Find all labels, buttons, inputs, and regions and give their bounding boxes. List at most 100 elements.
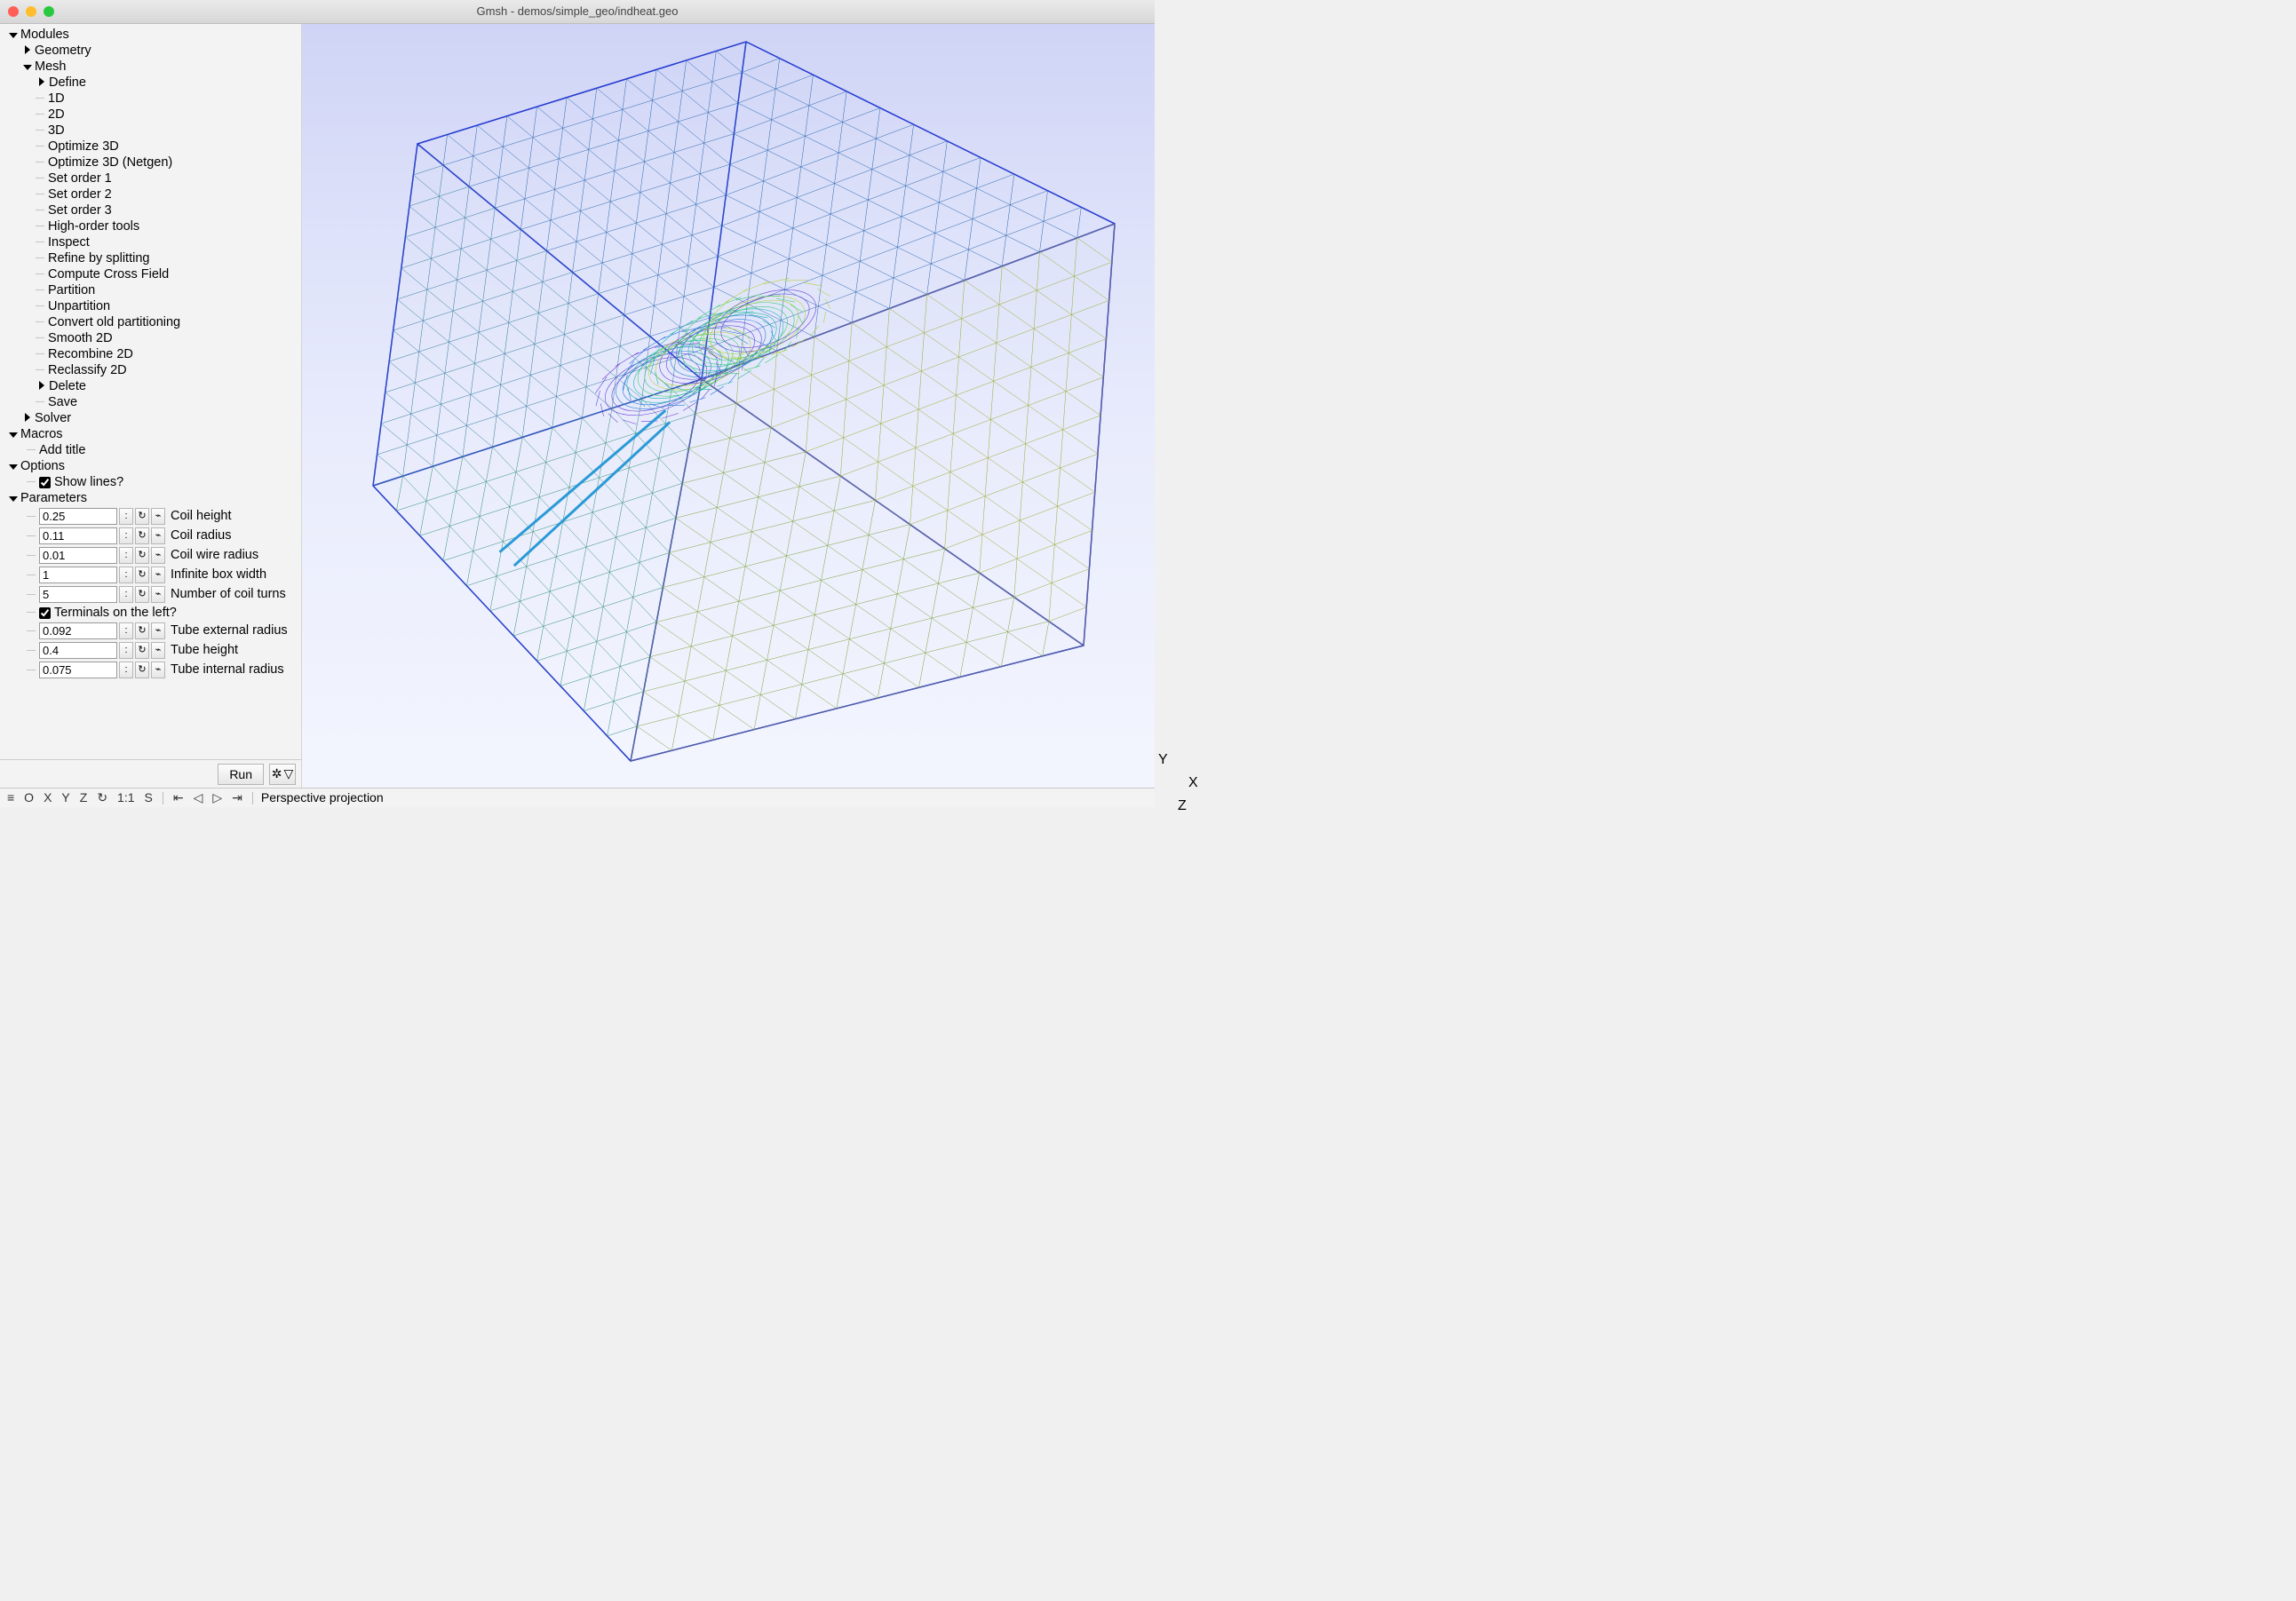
graph-button[interactable]: ⌁: [151, 567, 165, 583]
module-tree[interactable]: Modules Geometry Mesh Define1D2D3DOptimi…: [0, 24, 301, 759]
graph-button[interactable]: ⌁: [151, 527, 165, 544]
graph-button[interactable]: ⌁: [151, 642, 165, 659]
mesh-item[interactable]: Optimize 3D: [0, 139, 301, 155]
tree-macros[interactable]: Macros: [0, 426, 301, 442]
axis-x-button[interactable]: X: [42, 789, 53, 805]
mesh-item[interactable]: Refine by splitting: [0, 250, 301, 266]
mesh-item[interactable]: Inspect: [0, 234, 301, 250]
graph-button[interactable]: ⌁: [151, 622, 165, 639]
stepper-button[interactable]: :: [119, 586, 133, 603]
mesh-item[interactable]: 3D: [0, 123, 301, 139]
param-input[interactable]: [39, 662, 117, 678]
parameter-row: :↻⌁Tube external radius: [0, 622, 301, 640]
mesh-item[interactable]: 1D: [0, 91, 301, 107]
parameter-row: :↻⌁Infinite box width: [0, 566, 301, 584]
stepper-button[interactable]: :: [119, 622, 133, 639]
reset-button[interactable]: ↻: [135, 508, 149, 525]
axis-y-button[interactable]: Y: [60, 789, 71, 805]
tree-options[interactable]: Options: [0, 458, 301, 474]
chevron-down-icon[interactable]: [7, 490, 19, 507]
settings-button[interactable]: ✲▽: [269, 764, 296, 785]
mesh-item[interactable]: High-order tools: [0, 218, 301, 234]
mesh-item[interactable]: Reclassify 2D: [0, 362, 301, 378]
mesh-item[interactable]: Partition: [0, 282, 301, 298]
tree-parameters[interactable]: Parameters: [0, 490, 301, 506]
stepper-button[interactable]: :: [119, 547, 133, 564]
first-button[interactable]: ⇤: [171, 789, 186, 805]
mesh-item[interactable]: Recombine 2D: [0, 346, 301, 362]
mesh-item[interactable]: Set order 3: [0, 202, 301, 218]
graph-button[interactable]: ⌁: [151, 586, 165, 603]
reset-button[interactable]: ↻: [135, 527, 149, 544]
s-button[interactable]: S: [143, 789, 155, 805]
reset-button[interactable]: ↻: [135, 586, 149, 603]
mesh-item[interactable]: Set order 2: [0, 186, 301, 202]
stepper-button[interactable]: :: [119, 642, 133, 659]
stepper-button[interactable]: :: [119, 527, 133, 544]
param-input[interactable]: [39, 527, 117, 544]
graph-button[interactable]: ⌁: [151, 662, 165, 678]
param-input[interactable]: [39, 642, 117, 659]
param-input[interactable]: [39, 586, 117, 603]
terminals-checkbox[interactable]: [39, 607, 51, 619]
chevron-down-icon[interactable]: [7, 426, 19, 443]
mesh-item[interactable]: 2D: [0, 107, 301, 123]
mesh-item[interactable]: Optimize 3D (Netgen): [0, 155, 301, 170]
projection-label[interactable]: Perspective projection: [261, 789, 384, 805]
mesh-item[interactable]: Compute Cross Field: [0, 266, 301, 282]
stepper-button[interactable]: :: [119, 662, 133, 678]
menu-icon[interactable]: ≡: [5, 789, 16, 805]
tree-geometry[interactable]: Geometry: [0, 43, 301, 59]
minimize-icon[interactable]: [26, 6, 36, 17]
param-input[interactable]: [39, 508, 117, 525]
reset-button[interactable]: ↻: [135, 622, 149, 639]
chevron-right-icon[interactable]: [36, 378, 47, 395]
play-button[interactable]: ▷: [211, 789, 224, 805]
reset-button[interactable]: ↻: [135, 547, 149, 564]
stepper-button[interactable]: :: [119, 508, 133, 525]
mesh-item[interactable]: Delete: [0, 378, 301, 394]
show-lines-checkbox[interactable]: [39, 477, 51, 488]
chevron-right-icon[interactable]: [21, 43, 33, 59]
reset-button[interactable]: ↻: [135, 662, 149, 678]
rotate-button[interactable]: ↻: [95, 789, 109, 805]
chevron-right-icon[interactable]: [21, 410, 33, 427]
axis-o-button[interactable]: O: [22, 789, 36, 805]
mesh-item[interactable]: Save: [0, 394, 301, 410]
mesh-item[interactable]: Smooth 2D: [0, 330, 301, 346]
mesh-item[interactable]: Convert old partitioning: [0, 314, 301, 330]
reset-button[interactable]: ↻: [135, 567, 149, 583]
tree-solver[interactable]: Solver: [0, 410, 301, 426]
graph-button[interactable]: ⌁: [151, 508, 165, 525]
chevron-down-icon[interactable]: [7, 27, 19, 44]
run-button[interactable]: Run: [218, 764, 264, 785]
chevron-down-icon[interactable]: [21, 59, 33, 75]
scale-button[interactable]: 1:1: [115, 789, 136, 805]
mesh-item[interactable]: Define: [0, 75, 301, 91]
tree-modules[interactable]: Modules: [0, 27, 301, 43]
axis-z-button[interactable]: Z: [78, 789, 90, 805]
param-input[interactable]: [39, 622, 117, 639]
param-input[interactable]: [39, 547, 117, 564]
option-terminals-left[interactable]: Terminals on the left?: [0, 605, 301, 621]
close-icon[interactable]: [8, 6, 19, 17]
graph-button[interactable]: ⌁: [151, 547, 165, 564]
mesh-item[interactable]: Set order 1: [0, 170, 301, 186]
last-button[interactable]: ⇥: [230, 789, 244, 805]
param-input[interactable]: [39, 567, 117, 583]
parameter-row: :↻⌁Number of coil turns: [0, 585, 301, 604]
option-show-lines[interactable]: Show lines?: [0, 474, 301, 490]
stepper-button[interactable]: :: [119, 567, 133, 583]
tree-mesh[interactable]: Mesh: [0, 59, 301, 75]
reset-button[interactable]: ↻: [135, 642, 149, 659]
viewport-3d[interactable]: Y X Z: [302, 24, 1155, 788]
prev-button[interactable]: ◁: [192, 789, 205, 805]
tree-add-title[interactable]: Add title: [0, 442, 301, 458]
chevron-right-icon[interactable]: [36, 75, 47, 91]
maximize-icon[interactable]: [44, 6, 54, 17]
param-label: Coil radius: [171, 527, 232, 544]
chevron-down-icon[interactable]: [7, 458, 19, 475]
mesh-item[interactable]: Unpartition: [0, 298, 301, 314]
triangle-down-icon: ▽: [283, 766, 293, 781]
gear-icon: ✲: [272, 766, 282, 781]
